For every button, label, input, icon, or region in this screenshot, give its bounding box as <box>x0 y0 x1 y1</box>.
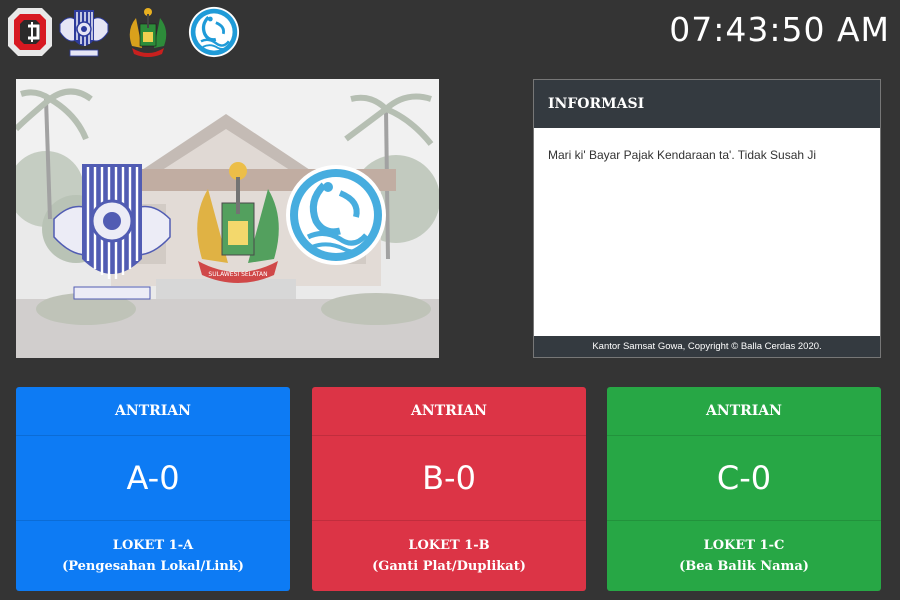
info-footer: Kantor Samsat Gowa, Copyright © Balla Ce… <box>534 336 880 357</box>
queue-counter: LOKET 1-A <box>112 538 194 553</box>
queue-service: (Pengesahan Lokal/Link) <box>62 559 244 574</box>
queue-counter-info: LOKET 1-C (Bea Balik Nama) <box>607 521 881 591</box>
queue-counter: LOKET 1-C <box>703 538 785 553</box>
queue-service: (Bea Balik Nama) <box>679 559 809 574</box>
office-photo: SULAWESI SELATAN <box>16 79 439 358</box>
queue-counter-info: LOKET 1-A (Pengesahan Lokal/Link) <box>16 521 290 591</box>
queue-header: ANTRIAN <box>312 387 586 436</box>
queue-counter-info: LOKET 1-B (Ganti Plat/Duplikat) <box>312 521 586 591</box>
queue-number: B-0 <box>312 436 586 521</box>
polri-logo-icon <box>59 10 109 57</box>
queue-card-c: ANTRIAN C-0 LOKET 1-C (Bea Balik Nama) <box>607 387 881 591</box>
queue-header: ANTRIAN <box>607 387 881 436</box>
sulsel-emblem-icon <box>129 8 167 57</box>
info-message: Mari ki' Bayar Pajak Kendaraan ta'. Tida… <box>548 148 817 162</box>
queue-card-a: ANTRIAN A-0 LOKET 1-A (Pengesahan Lokal/… <box>16 387 290 591</box>
queue-header: ANTRIAN <box>16 387 290 436</box>
info-panel: INFORMASI Mari ki' Bayar Pajak Kendaraan… <box>533 79 881 358</box>
queue-service: (Ganti Plat/Duplikat) <box>372 559 526 574</box>
queue-counter: LOKET 1-B <box>408 538 490 553</box>
office-building-image: SULAWESI SELATAN <box>16 79 439 358</box>
balla-cerdas-logo-icon <box>8 8 52 56</box>
queue-number: C-0 <box>607 436 881 521</box>
info-title: INFORMASI <box>534 80 880 128</box>
queue-card-b: ANTRIAN B-0 LOKET 1-B (Ganti Plat/Duplik… <box>312 387 586 591</box>
queue-number: A-0 <box>16 436 290 521</box>
clock: 07:43:50 AM <box>669 10 890 49</box>
jasa-raharja-logo-icon <box>188 6 240 58</box>
